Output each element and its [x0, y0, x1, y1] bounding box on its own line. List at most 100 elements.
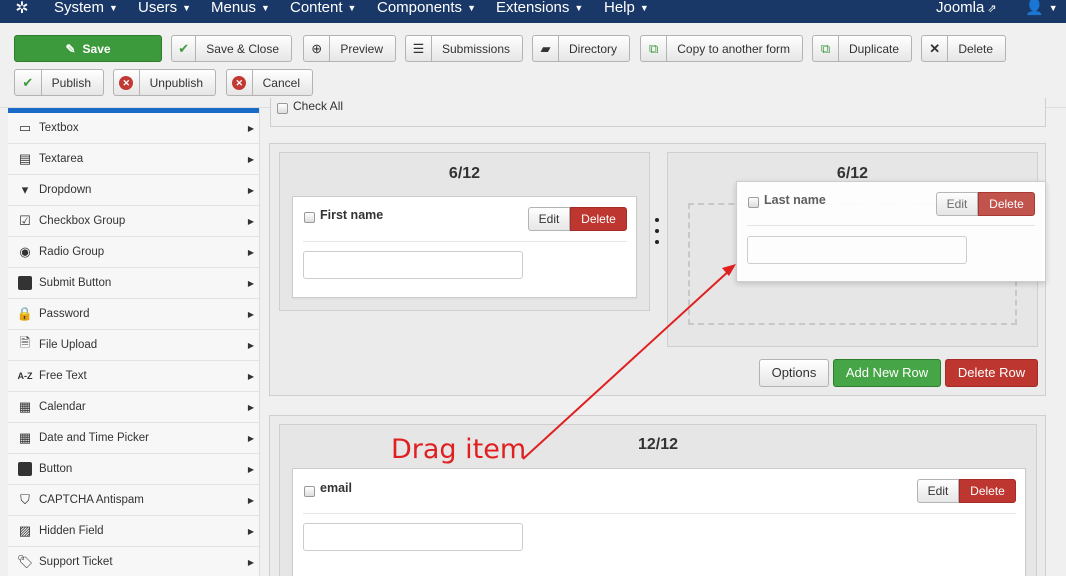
caret-down-icon: ▼: [347, 3, 357, 14]
sidebar-item-dropdown[interactable]: ▾ Dropdown ▶: [8, 175, 259, 206]
shield-icon: ⛉: [20, 492, 30, 507]
sidebar-item-checkbox-group[interactable]: ☑ Checkbox Group ▶: [8, 206, 259, 237]
menu-menus[interactable]: Menus ▼: [211, 0, 270, 20]
az-icon: A-Z: [17, 371, 33, 381]
menu-content-label: Content: [290, 0, 343, 16]
unpublish-button[interactable]: ✕ Unpublish: [113, 69, 216, 96]
caret-right-icon: ▶: [247, 186, 254, 195]
sidebar-item-label: Button: [39, 463, 73, 475]
menu-system[interactable]: System ▼: [54, 0, 118, 20]
save-button[interactable]: ✎ Save: [14, 35, 162, 62]
submissions-label: Submissions: [441, 41, 510, 56]
calendar-grid-icon: ▦: [18, 430, 32, 445]
sidebar-item-textarea[interactable]: ▤ Textarea ▶: [8, 144, 259, 175]
sidebar-item-label: Radio Group: [39, 246, 105, 258]
submissions-button[interactable]: ☰ Submissions: [405, 35, 523, 62]
caret-right-icon: ▶: [247, 155, 254, 164]
preview-button[interactable]: ⊕ Preview: [303, 35, 396, 62]
copy-to-form-button[interactable]: ⧉ Copy to another form: [640, 35, 803, 62]
sidebar-item-label: Checkbox Group: [39, 215, 126, 227]
calendar-icon: ▦: [18, 399, 32, 414]
caret-down-icon: ▼: [182, 3, 192, 14]
caret-right-icon: ▶: [247, 527, 254, 536]
sidebar-item-button[interactable]: Button ▶: [8, 454, 259, 485]
cancel-button[interactable]: ✕ Cancel: [226, 69, 313, 96]
sidebar-item-label: Submit Button: [39, 277, 112, 289]
menu-users[interactable]: Users ▼: [138, 0, 191, 20]
sidebar-item-label: Hidden Field: [39, 525, 104, 537]
caret-down-icon: ▼: [467, 3, 476, 14]
caret-right-icon: ▶: [247, 558, 254, 567]
dropdown-icon: ▾: [21, 182, 29, 197]
copy-label: Copy to another form: [677, 41, 790, 56]
external-link-icon: ⇗: [987, 3, 997, 15]
sidebar-item-label: Support Ticket: [39, 556, 113, 568]
menu-content[interactable]: Content ▼: [290, 0, 356, 20]
sidebar-item-calendar[interactable]: ▦ Calendar ▶: [8, 392, 259, 423]
save-close-button[interactable]: ✔ Save & Close: [171, 35, 292, 62]
menu-menus-label: Menus: [211, 0, 257, 16]
save-label: Save: [82, 41, 111, 56]
duplicate-button[interactable]: ⧉ Duplicate: [812, 35, 912, 62]
textbox-icon: ▭: [18, 120, 32, 135]
caret-down-icon: ▼: [574, 3, 584, 14]
sidebar-item-label: Calendar: [39, 401, 86, 413]
site-link[interactable]: Joomla ⇗: [936, 0, 997, 20]
publish-button[interactable]: ✔ Publish: [14, 69, 104, 96]
caret-right-icon: ▶: [247, 403, 254, 412]
caret-right-icon: ▶: [247, 310, 254, 319]
delete-button[interactable]: ✕ Delete: [921, 35, 1006, 62]
sidebar-item-free-text[interactable]: A-Z Free Text ▶: [8, 361, 259, 392]
sidebar-item-label: Date and Time Picker: [39, 432, 149, 444]
textarea-icon: ▤: [18, 151, 32, 166]
sidebar-item-date-time-picker[interactable]: ▦ Date and Time Picker ▶: [8, 423, 259, 454]
form-builder-canvas: Check All 6/12 First name Edit Delete 6/…: [268, 98, 1066, 576]
caret-right-icon: ▶: [247, 341, 254, 350]
sidebar-item-textbox[interactable]: ▭ Textbox ▶: [8, 113, 259, 144]
user-menu[interactable]: 👤 ▼: [1025, 0, 1058, 20]
copy-icon: ⧉: [641, 36, 668, 61]
duplicate-label: Duplicate: [848, 41, 899, 56]
lock-icon: 🔒: [16, 306, 34, 321]
drag-arrow-icon: [522, 264, 736, 460]
sidebar-item-password[interactable]: 🔒 Password ▶: [8, 299, 259, 330]
file-icon: 🗎: [19, 335, 31, 350]
save-close-label: Save & Close: [206, 41, 279, 56]
database-icon: ☰: [406, 36, 432, 61]
joomla-logo-icon[interactable]: ✲: [12, 0, 32, 20]
sidebar-item-hidden-field[interactable]: ▨ Hidden Field ▶: [8, 516, 259, 547]
caret-down-icon: ▼: [639, 3, 649, 14]
duplicate-icon: ⧉: [813, 36, 839, 61]
check-icon: ✔: [172, 36, 197, 61]
caret-right-icon: ▶: [247, 217, 254, 226]
sidebar-item-submit-button[interactable]: Submit Button ▶: [8, 268, 259, 299]
close-icon: ✕: [922, 36, 949, 61]
checkbox-icon: ☑: [19, 213, 31, 228]
caret-right-icon: ▶: [247, 248, 254, 257]
user-icon: 👤: [1025, 0, 1044, 16]
folder-icon: ▰: [533, 36, 559, 61]
menu-users-label: Users: [138, 0, 178, 16]
sidebar-item-label: Free Text: [39, 370, 87, 382]
menu-extensions[interactable]: Extensions ▼: [496, 0, 583, 20]
unpublish-icon: ✕: [114, 70, 140, 95]
sidebar-item-label: Textbox: [39, 122, 79, 134]
caret-down-icon: ▼: [261, 3, 270, 14]
delete-label: Delete: [958, 41, 993, 56]
directory-button[interactable]: ▰ Directory: [532, 35, 630, 62]
sidebar-item-support-ticket[interactable]: 🏷 Support Ticket ▶: [8, 547, 259, 576]
menu-components[interactable]: Components ▼: [377, 0, 476, 20]
publish-label: Publish: [51, 75, 91, 90]
square-icon: [16, 275, 34, 291]
caret-down-icon: ▼: [1048, 3, 1058, 14]
ticket-icon: 🏷: [16, 554, 34, 569]
field-types-sidebar: ▭ Textbox ▶ ▤ Textarea ▶ ▾ Dropdown ▶ ☑ Checkbo…: [8, 108, 260, 576]
admin-menu-bar: ✲ System ▼ Users ▼ Menus ▼ Content ▼ Compone…: [0, 0, 1066, 23]
sidebar-item-radio-group[interactable]: ◉ Radio Group ▶: [8, 237, 259, 268]
caret-right-icon: ▶: [247, 279, 254, 288]
sidebar-item-captcha[interactable]: ⛉ CAPTCHA Antispam ▶: [8, 485, 259, 516]
sidebar-item-label: CAPTCHA Antispam: [39, 494, 144, 506]
sidebar-item-label: Dropdown: [39, 184, 92, 196]
sidebar-item-file-upload[interactable]: 🗎 File Upload ▶: [8, 330, 259, 361]
menu-help[interactable]: Help ▼: [604, 0, 649, 20]
